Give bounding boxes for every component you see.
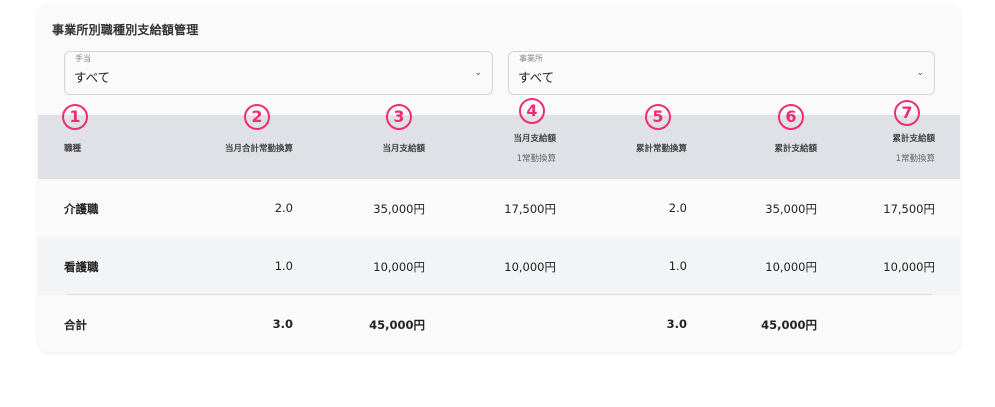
table-row: 看護職 1.0 10,000円 10,000円 1.0 10,000円 10,0… <box>38 237 960 295</box>
header-cumulative-fte: 累計常勤換算 <box>635 144 687 154</box>
cell-month-payment: 35,000円 <box>373 202 425 216</box>
office-select-value: すべて <box>518 70 555 85</box>
card-title: 事業所別職種別支給額管理 <box>52 23 199 37</box>
cell-month-payment-per-fte: 17,500円 <box>504 202 556 216</box>
chevron-down-icon: ⌄ <box>916 68 924 78</box>
annotation-badge-7: 7 <box>894 100 920 126</box>
header-job-type: 職種 <box>64 144 82 154</box>
cell-total-cumulative-payment: 45,000円 <box>761 318 817 332</box>
annotation-badge-5: 5 <box>645 104 671 130</box>
cell-total-cumulative-fte: 3.0 <box>666 317 687 331</box>
cell-month-fte-total: 2.0 <box>274 201 293 215</box>
office-select[interactable]: 事業所 すべて ⌄ <box>508 51 935 95</box>
office-select-label: 事業所 <box>519 54 543 63</box>
cell-month-fte-total: 1.0 <box>274 259 293 273</box>
cell-cumulative-payment: 35,000円 <box>765 202 817 216</box>
allowance-card: 事業所別職種別支給額管理 手当 すべて ⌄ 事業所 すべて ⌄ 職種 当月合計常… <box>38 4 960 352</box>
cell-total-label: 合計 <box>64 318 87 332</box>
chevron-down-icon: ⌄ <box>474 68 482 78</box>
cell-job-type: 介護職 <box>64 202 99 216</box>
header-month-payment: 当月支給額 <box>382 144 425 154</box>
cell-cumulative-fte: 2.0 <box>668 201 687 215</box>
table-total-row: 合計 3.0 45,000円 3.0 45,000円 <box>38 296 960 352</box>
cell-month-payment-per-fte: 10,000円 <box>504 260 556 274</box>
annotation-badge-4: 4 <box>519 98 545 124</box>
cell-month-payment: 10,000円 <box>373 260 425 274</box>
cell-job-type: 看護職 <box>64 260 99 274</box>
cell-cumulative-payment-per-fte: 17,500円 <box>883 202 935 216</box>
table-header: 職種 当月合計常勤換算 当月支給額 当月支給額 1常勤換算 累計常勤換算 累計支… <box>38 115 960 179</box>
header-month-fte-total: 当月合計常勤換算 <box>224 144 293 154</box>
annotation-badge-6: 6 <box>778 104 804 130</box>
annotation-badge-3: 3 <box>386 104 412 130</box>
header-cumulative-payment-per-fte: 累計支給額 <box>892 134 935 144</box>
header-month-payment-per-fte: 当月支給額 <box>513 134 556 144</box>
table-row: 介護職 2.0 35,000円 17,500円 2.0 35,000円 17,5… <box>38 179 960 237</box>
cell-total-month-payment: 45,000円 <box>369 318 425 332</box>
allowance-select[interactable]: 手当 すべて ⌄ <box>64 51 493 95</box>
cell-cumulative-fte: 1.0 <box>668 259 687 273</box>
cell-total-month-fte: 3.0 <box>272 317 293 331</box>
total-divider <box>66 294 932 295</box>
header-cumulative-payment: 累計支給額 <box>774 144 817 154</box>
cell-cumulative-payment-per-fte: 10,000円 <box>883 260 935 274</box>
annotation-badge-1: 1 <box>62 104 88 130</box>
cell-cumulative-payment: 10,000円 <box>765 260 817 274</box>
allowance-select-value: すべて <box>74 70 111 85</box>
header-cumulative-payment-per-fte-sub: 1常勤換算 <box>895 154 935 164</box>
header-month-payment-per-fte-sub: 1常勤換算 <box>516 154 556 164</box>
annotation-badge-2: 2 <box>244 104 270 130</box>
allowance-select-label: 手当 <box>75 54 91 63</box>
